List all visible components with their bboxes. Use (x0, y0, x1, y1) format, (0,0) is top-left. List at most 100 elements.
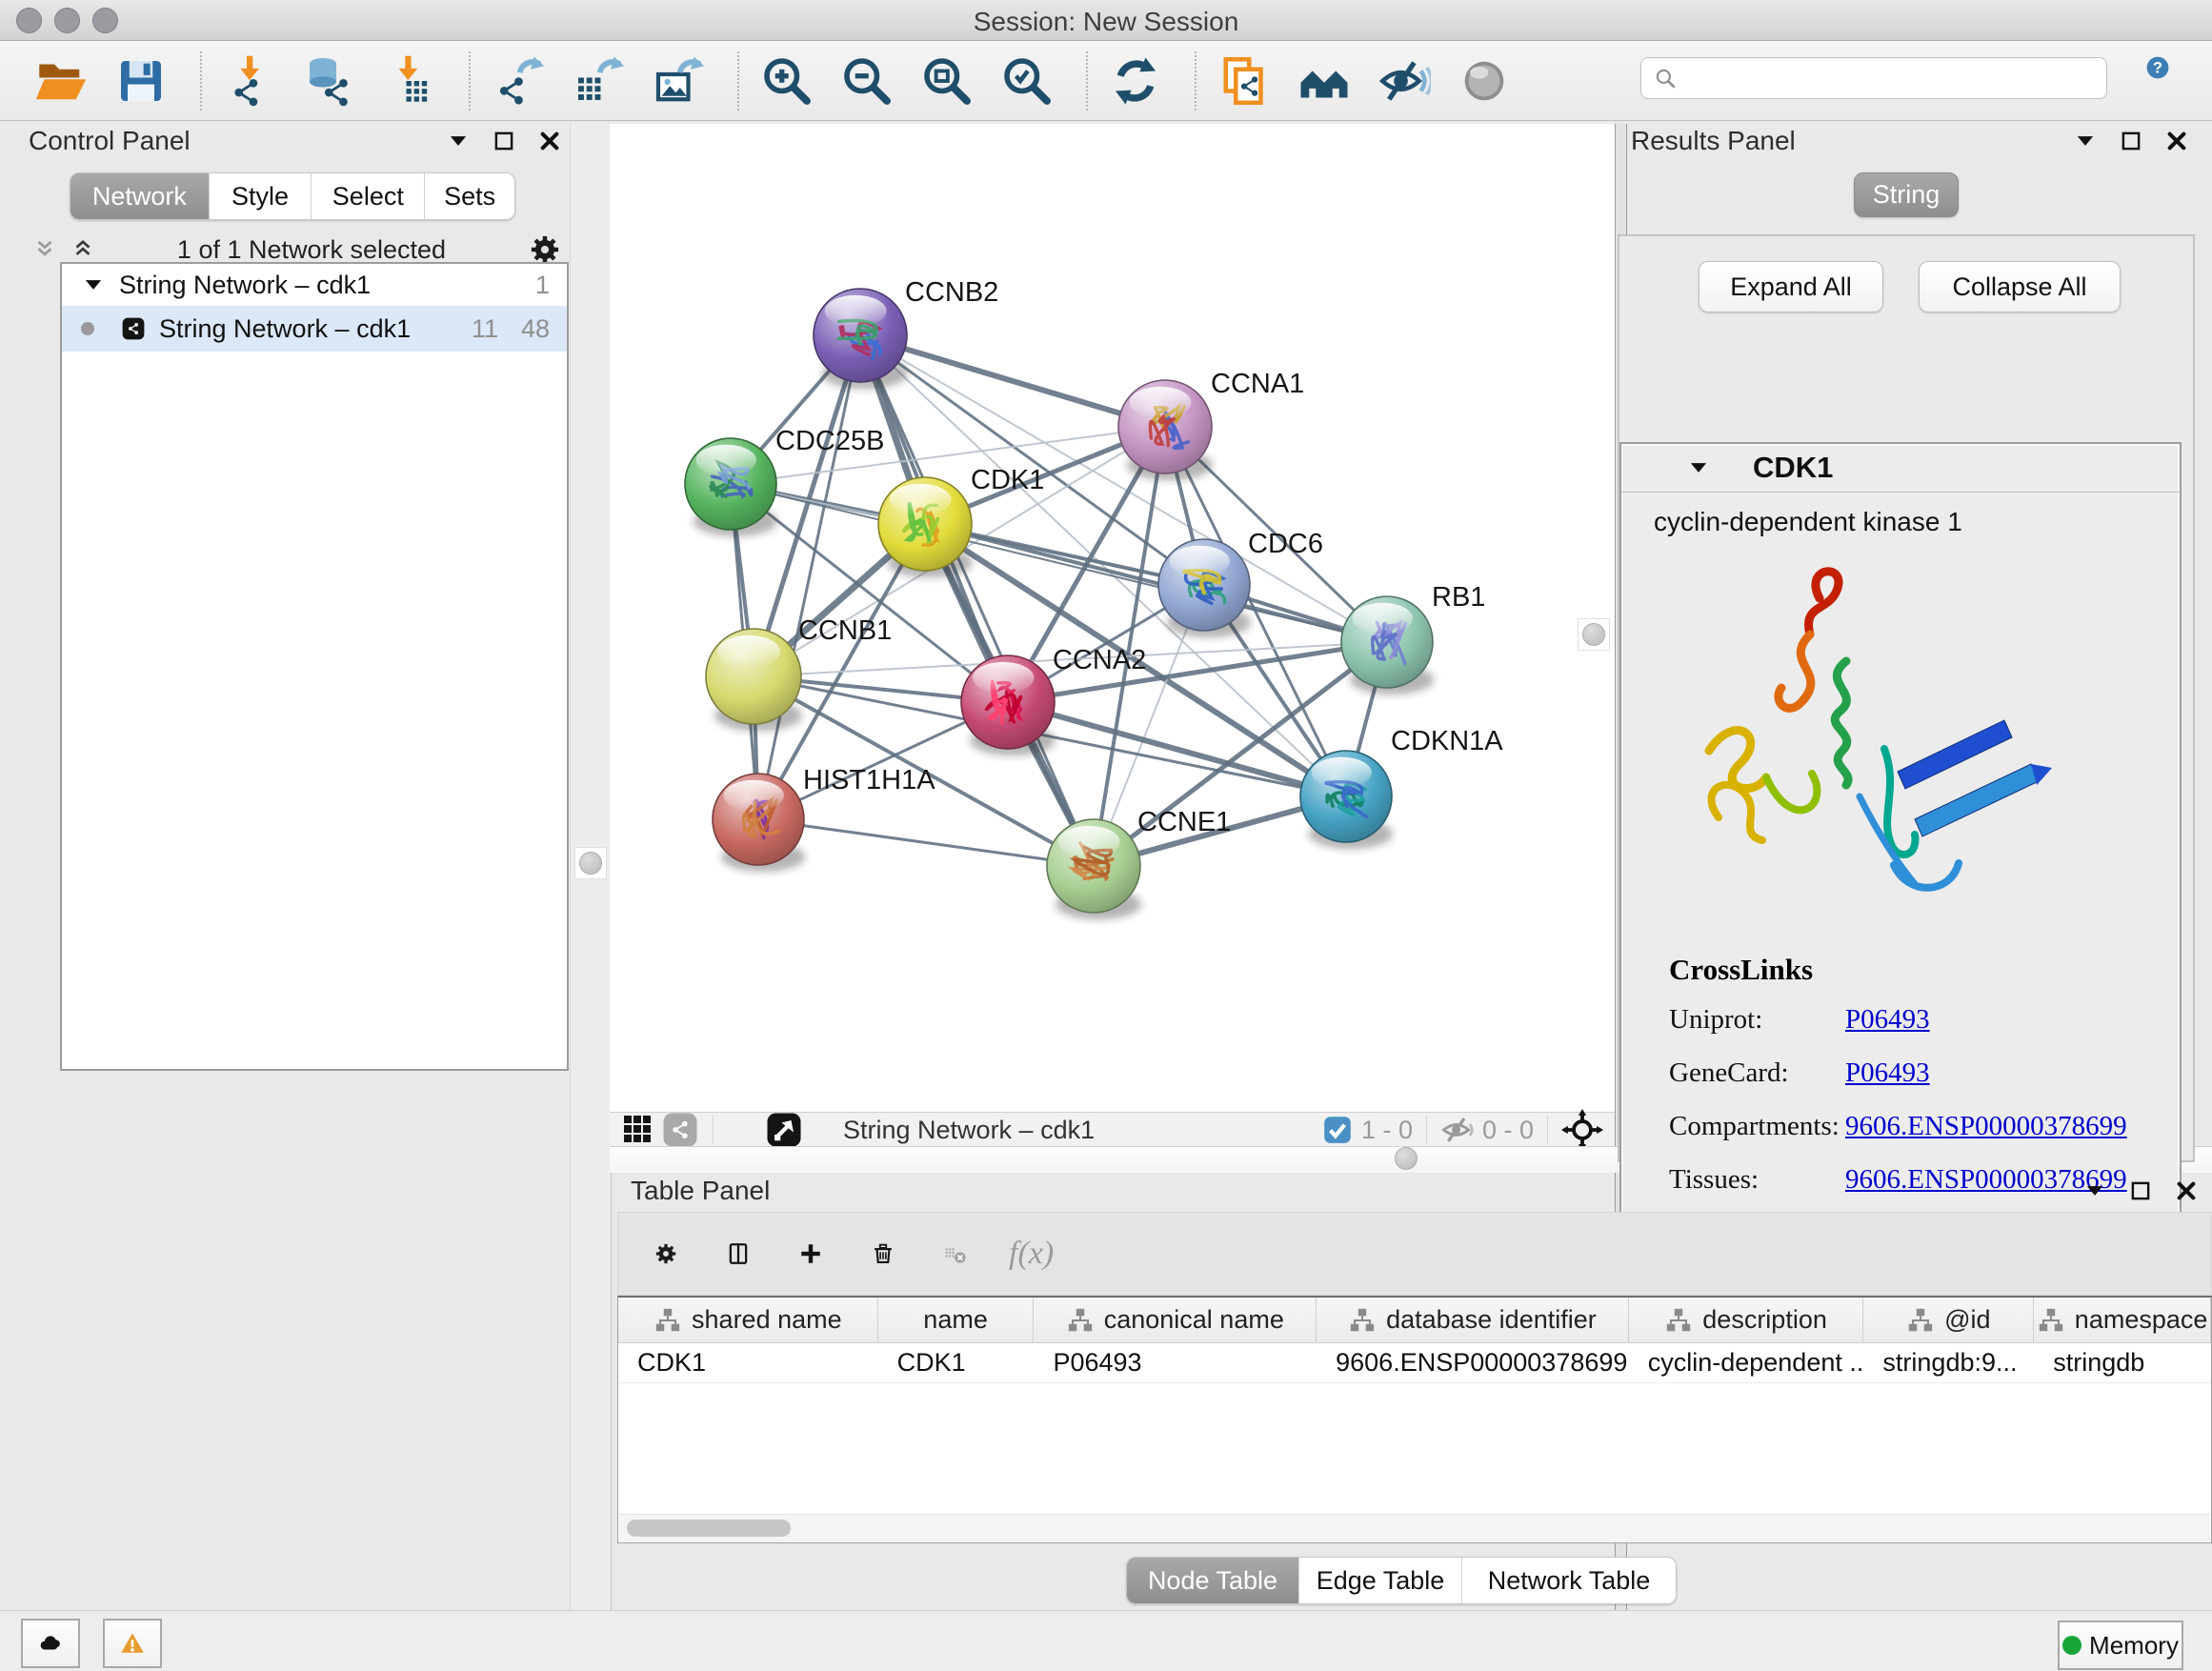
expand-all-networks-icon[interactable] (70, 237, 95, 262)
column-header-database-identifier[interactable]: database identifier (1317, 1298, 1629, 1342)
table-cell[interactable]: CDK1 (878, 1348, 1035, 1378)
import-network-icon[interactable] (221, 52, 278, 110)
node-CDC6[interactable] (1158, 539, 1250, 631)
table-cell[interactable]: cyclin-dependent ... (1629, 1348, 1864, 1378)
network-tree: String Network – cdk1 1 String Network –… (60, 262, 569, 1071)
tab-select[interactable]: Select (312, 173, 425, 219)
collapse-all-networks-icon[interactable] (32, 237, 57, 262)
node-CDK1[interactable] (878, 477, 972, 571)
right-splitter-handle[interactable] (1578, 618, 1610, 651)
node-CCNA1[interactable] (1118, 380, 1212, 473)
results-panel-menu-icon[interactable] (2073, 129, 2098, 153)
refresh-icon[interactable] (1107, 52, 1164, 110)
import-table-icon[interactable] (381, 52, 438, 110)
table-cell[interactable]: CDK1 (618, 1348, 878, 1378)
import-database-icon[interactable] (301, 52, 358, 110)
column-header-canonical-name[interactable]: canonical name (1034, 1298, 1317, 1342)
control-panel-tabs: Network Style Select Sets (70, 172, 515, 220)
crosslink-link[interactable]: 9606.ENSP00000378699 (1845, 1111, 2127, 1141)
add-column-icon[interactable] (786, 1229, 835, 1278)
tab-sets[interactable]: Sets (425, 173, 514, 219)
tree-expand-icon[interactable] (81, 272, 106, 297)
export-image-icon[interactable] (650, 52, 707, 110)
export-table-icon[interactable] (570, 52, 627, 110)
table-panel-menu-icon[interactable] (2082, 1178, 2107, 1203)
node-CCNA2[interactable] (961, 655, 1055, 749)
warnings-button[interactable] (103, 1619, 162, 1668)
table-cell[interactable]: 9606.ENSP00000378699 (1317, 1348, 1629, 1378)
hide-selected-icon[interactable] (1376, 52, 1433, 110)
node-CCNB2[interactable] (814, 289, 907, 382)
table-cell[interactable]: stringdb (2034, 1348, 2211, 1378)
table-panel-title: Table Panel (631, 1176, 770, 1206)
export-network-icon[interactable] (490, 52, 547, 110)
houses-icon[interactable] (1296, 52, 1353, 110)
table-toolbar: f(x) (617, 1212, 2212, 1296)
horizontal-splitter-handle[interactable] (1391, 1148, 1421, 1169)
zoom-out-icon[interactable] (838, 52, 895, 110)
toolbar-separator (1195, 51, 1196, 111)
node-CDC25B[interactable] (685, 438, 776, 530)
results-panel-close-icon[interactable] (2164, 129, 2189, 153)
open-file-icon[interactable] (32, 52, 90, 110)
column-header-description[interactable]: description (1629, 1298, 1864, 1342)
node-CCNE1[interactable] (1047, 819, 1140, 913)
network-collection-row[interactable]: String Network – cdk1 1 (62, 264, 567, 306)
node-CCNB1[interactable] (706, 629, 801, 724)
table-panel-float-icon[interactable] (2128, 1178, 2153, 1203)
table-row[interactable]: CDK1CDK1P064939606.ENSP00000378699cyclin… (618, 1343, 2211, 1383)
protein-description: cyclin-dependent kinase 1 (1654, 507, 1962, 537)
save-icon[interactable] (112, 52, 170, 110)
node-label-CDK1: CDK1 (971, 465, 1044, 495)
network-type-icon (121, 316, 146, 341)
table-panel-close-icon[interactable] (2174, 1178, 2199, 1203)
network-canvas[interactable]: CCNB2CCNA1CDC25BCDK1CDC6RB1CCNB1CCNA2CDK… (610, 124, 1615, 1112)
node-HIST1H1A[interactable] (713, 774, 804, 865)
zoom-selected-icon[interactable] (998, 52, 1056, 110)
node-label-RB1: RB1 (1432, 582, 1485, 613)
table-cell[interactable]: stringdb:9... (1863, 1348, 2034, 1378)
node-label-CCNA1: CCNA1 (1211, 369, 1304, 399)
tab-string[interactable]: String (1854, 172, 1959, 217)
control-panel: Control Panel Network Style Select Sets … (10, 124, 570, 1606)
left-splitter-handle[interactable] (574, 847, 607, 879)
section-collapse-icon[interactable] (1686, 455, 1711, 480)
delete-column-icon[interactable] (858, 1229, 908, 1278)
column-header-name[interactable]: name (878, 1298, 1035, 1342)
tab-network-table[interactable]: Network Table (1462, 1558, 1676, 1603)
results-panel-title: Results Panel (1631, 126, 1796, 156)
tab-edge-table[interactable]: Edge Table (1299, 1558, 1462, 1603)
node-CDKN1A[interactable] (1300, 751, 1392, 842)
results-panel-float-icon[interactable] (2119, 129, 2143, 153)
node-RB1[interactable] (1341, 596, 1433, 688)
control-panel-close-icon[interactable] (537, 129, 562, 153)
cloud-button[interactable] (21, 1619, 80, 1668)
control-panel-menu-icon[interactable] (446, 129, 471, 153)
table-hscrollbar[interactable] (619, 1514, 2210, 1541)
column-header-shared-name[interactable]: shared name (618, 1298, 878, 1342)
help-button[interactable]: ? (2145, 55, 2193, 103)
tab-node-table[interactable]: Node Table (1127, 1558, 1299, 1603)
crosslink-link[interactable]: P06493 (1845, 1004, 1930, 1035)
column-header-namespace[interactable]: namespace (2034, 1298, 2211, 1342)
crosslink-link[interactable]: P06493 (1845, 1057, 1930, 1088)
expand-all-button[interactable]: Expand All (1699, 261, 1883, 312)
tab-network[interactable]: Network (70, 173, 210, 219)
table-cell[interactable]: P06493 (1034, 1348, 1317, 1378)
show-columns-icon[interactable] (714, 1229, 763, 1278)
tab-style[interactable]: Style (210, 173, 312, 219)
zoom-fit-icon[interactable] (918, 52, 975, 110)
table-settings-gear-icon[interactable] (641, 1229, 691, 1278)
zoom-in-icon[interactable] (758, 52, 815, 110)
cdk1-section-header[interactable]: CDK1 (1621, 444, 2180, 493)
search-input[interactable] (1640, 57, 2107, 99)
column-header-@id[interactable]: @id (1863, 1298, 2034, 1342)
collapse-all-button[interactable]: Collapse All (1919, 261, 2121, 312)
memory-button[interactable]: Memory (2058, 1621, 2183, 1670)
table-tabs: Node Table Edge Table Network Table (1126, 1557, 1677, 1604)
crosslink-label: GeneCard: (1669, 1057, 1845, 1089)
control-panel-float-icon[interactable] (492, 129, 516, 153)
table-hscrollbar-thumb[interactable] (627, 1520, 791, 1537)
network-row-selected[interactable]: String Network – cdk1 11 48 (62, 306, 567, 352)
network-from-selection-icon[interactable] (1216, 52, 1273, 110)
